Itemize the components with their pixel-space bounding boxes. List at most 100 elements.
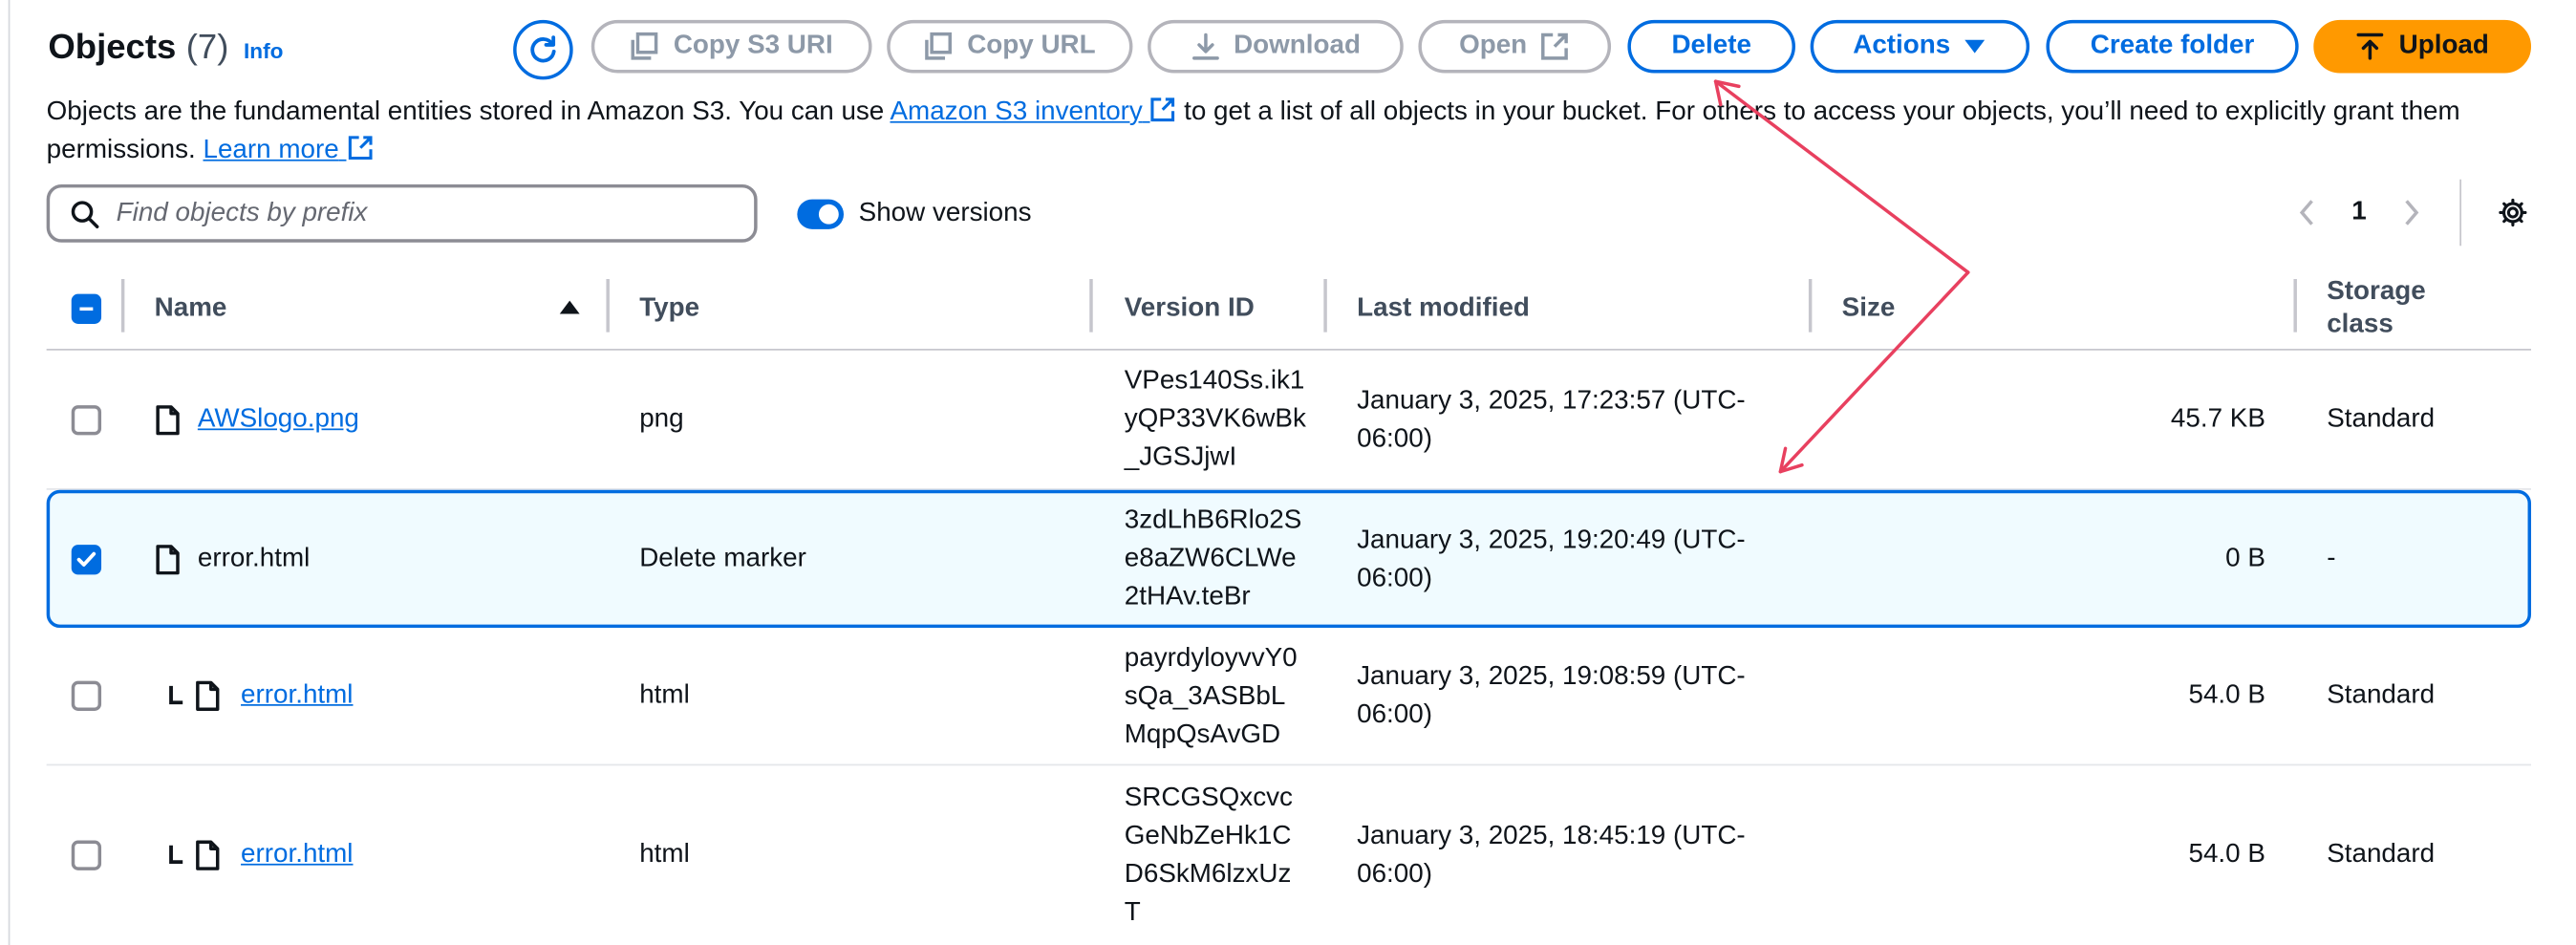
type-cell: html bbox=[639, 680, 690, 710]
column-version-id-label: Version ID bbox=[1124, 293, 1255, 323]
search-placeholder: Find objects by prefix bbox=[116, 198, 368, 227]
sort-ascending-icon[interactable] bbox=[558, 297, 581, 317]
row-checkbox[interactable] bbox=[71, 840, 102, 870]
file-icon bbox=[196, 680, 220, 711]
row-select-cell bbox=[71, 628, 102, 764]
settings-gear-icon[interactable] bbox=[2498, 198, 2527, 227]
table-header: Name Type Version ID Last modified Size … bbox=[46, 269, 2532, 351]
version-id-cell: SRCGSQxcvcGeNbZeHk1CD6SkM6lzxUzT bbox=[1125, 765, 1307, 945]
description-text-1: Objects are the fundamental entities sto… bbox=[46, 97, 891, 127]
copy-url-label: Copy URL bbox=[967, 32, 1096, 60]
upload-label: Upload bbox=[2398, 32, 2489, 60]
download-label: Download bbox=[1234, 32, 1361, 60]
open-button[interactable]: Open bbox=[1418, 19, 1612, 74]
version-id-cell: payrdyloyvvY0sQa_3ASBbLMqpQsAvGD bbox=[1125, 628, 1307, 764]
column-type-label: Type bbox=[639, 293, 700, 323]
copy-s3-uri-button[interactable]: Copy S3 URI bbox=[590, 19, 872, 74]
storage-class-cell: Standard bbox=[2327, 404, 2436, 433]
select-all-cell bbox=[71, 269, 102, 349]
column-header-version-id[interactable]: Version ID bbox=[1125, 269, 1255, 349]
object-name: error.html bbox=[197, 544, 311, 572]
version-branch-icon bbox=[169, 685, 183, 705]
inventory-link-label: Amazon S3 inventory bbox=[890, 97, 1143, 127]
name-cell: error.html bbox=[155, 493, 311, 624]
create-folder-button[interactable]: Create folder bbox=[2046, 19, 2299, 74]
toggle-switch[interactable] bbox=[797, 199, 845, 229]
upload-button[interactable]: Upload bbox=[2313, 19, 2532, 74]
external-link-icon bbox=[348, 136, 372, 161]
size-cell: 54.0 B bbox=[2188, 680, 2265, 710]
amazon-s3-inventory-link[interactable]: Amazon S3 inventory bbox=[890, 97, 1176, 127]
create-folder-label: Create folder bbox=[2090, 32, 2255, 60]
version-id: VPes140Ss.ik1yQP33VK6wBk_JGSJjwI bbox=[1124, 367, 1306, 472]
learn-more-link[interactable]: Learn more bbox=[203, 136, 373, 164]
column-header-type[interactable]: Type bbox=[639, 269, 699, 349]
size-cell: 54.0 B bbox=[2188, 840, 2265, 870]
download-icon bbox=[1191, 32, 1219, 60]
version-id: SRCGSQxcvcGeNbZeHk1CD6SkM6lzxUzT bbox=[1124, 784, 1293, 927]
object-name-link[interactable]: error.html bbox=[241, 841, 353, 870]
version-id-cell: VPes140Ss.ik1yQP33VK6wBk_JGSJjwI bbox=[1125, 351, 1307, 488]
external-link-icon bbox=[1151, 97, 1175, 122]
show-versions-toggle[interactable]: Show versions bbox=[797, 199, 1032, 229]
download-button[interactable]: Download bbox=[1148, 19, 1404, 74]
row-select-cell bbox=[71, 765, 102, 945]
size-cell: 45.7 KB bbox=[2170, 404, 2265, 433]
row-checkbox[interactable] bbox=[71, 404, 102, 435]
title-text: Objects bbox=[48, 28, 177, 67]
delete-button[interactable]: Delete bbox=[1627, 19, 1795, 74]
table-row[interactable]: error.html html SRCGSQxcvcGeNbZeHk1CD6Sk… bbox=[47, 765, 2531, 945]
column-storage-class-label: Storage class bbox=[2327, 277, 2426, 339]
column-name-label: Name bbox=[154, 293, 227, 323]
row-select-cell bbox=[71, 351, 102, 488]
delete-label: Delete bbox=[1671, 32, 1751, 60]
description: Objects are the fundamental entities sto… bbox=[47, 93, 2538, 169]
file-icon bbox=[196, 840, 220, 870]
column-divider bbox=[1089, 279, 1093, 333]
pager-divider bbox=[2459, 179, 2461, 247]
name-cell: AWSlogo.png bbox=[155, 351, 359, 488]
row-checkbox[interactable] bbox=[71, 680, 102, 711]
refresh-button[interactable] bbox=[513, 19, 573, 80]
chevron-left-icon[interactable] bbox=[2299, 200, 2315, 226]
external-link-icon bbox=[1541, 32, 1569, 60]
checkmark-icon bbox=[76, 550, 97, 567]
select-all-checkbox[interactable] bbox=[71, 293, 102, 324]
show-versions-label: Show versions bbox=[858, 199, 1032, 228]
caret-down-icon bbox=[1964, 39, 1986, 54]
copy-icon bbox=[925, 32, 953, 60]
info-link[interactable]: Info bbox=[244, 38, 283, 63]
actions-label: Actions bbox=[1853, 32, 1951, 60]
version-id: payrdyloyvvY0sQa_3ASBbLMqpQsAvGD bbox=[1124, 643, 1298, 749]
copy-s3-uri-label: Copy S3 URI bbox=[673, 32, 833, 60]
actions-dropdown[interactable]: Actions bbox=[1810, 19, 2030, 74]
row-checkbox[interactable] bbox=[71, 544, 102, 574]
storage-class-cell: - bbox=[2327, 544, 2336, 572]
column-last-modified-label: Last modified bbox=[1357, 293, 1530, 323]
type-cell: html bbox=[639, 840, 690, 870]
column-header-storage-class[interactable]: Storage class bbox=[2327, 269, 2459, 349]
chevron-right-icon[interactable] bbox=[2403, 200, 2419, 226]
table-row[interactable]: error.html html payrdyloyvvY0sQa_3ASBbLM… bbox=[46, 628, 2532, 766]
object-name-link[interactable]: AWSlogo.png bbox=[198, 404, 359, 434]
column-divider bbox=[606, 279, 610, 333]
version-id-cell: 3zdLhB6Rlo2Se8aZW6CLWe2tHAv.teBr bbox=[1125, 493, 1307, 624]
storage-class-cell: Standard bbox=[2327, 680, 2436, 710]
file-icon bbox=[156, 544, 180, 574]
name-cell: error.html bbox=[168, 628, 354, 764]
copy-icon bbox=[632, 32, 659, 60]
current-page[interactable]: 1 bbox=[2351, 198, 2366, 227]
copy-url-button[interactable]: Copy URL bbox=[887, 19, 1133, 74]
object-name-link[interactable]: error.html bbox=[241, 681, 353, 711]
table-row-selected[interactable]: error.html Delete marker 3zdLhB6Rlo2Se8a… bbox=[46, 489, 2532, 629]
version-id: 3zdLhB6Rlo2Se8aZW6CLWe2tHAv.teBr bbox=[1124, 506, 1302, 612]
column-header-size[interactable]: Size bbox=[1842, 269, 1896, 349]
type-cell: Delete marker bbox=[639, 544, 806, 572]
last-modified-cell: January 3, 2025, 19:08:59 (UTC-06:00) bbox=[1357, 662, 1746, 730]
page-title: Objects (7) Info bbox=[48, 29, 283, 69]
table-row[interactable]: AWSlogo.png png VPes140Ss.ik1yQP33VK6wBk… bbox=[46, 351, 2532, 490]
object-count: (7) bbox=[185, 28, 229, 67]
column-header-name[interactable]: Name bbox=[155, 269, 587, 349]
search-input[interactable]: Find objects by prefix bbox=[46, 183, 758, 243]
column-header-last-modified[interactable]: Last modified bbox=[1357, 269, 1530, 349]
